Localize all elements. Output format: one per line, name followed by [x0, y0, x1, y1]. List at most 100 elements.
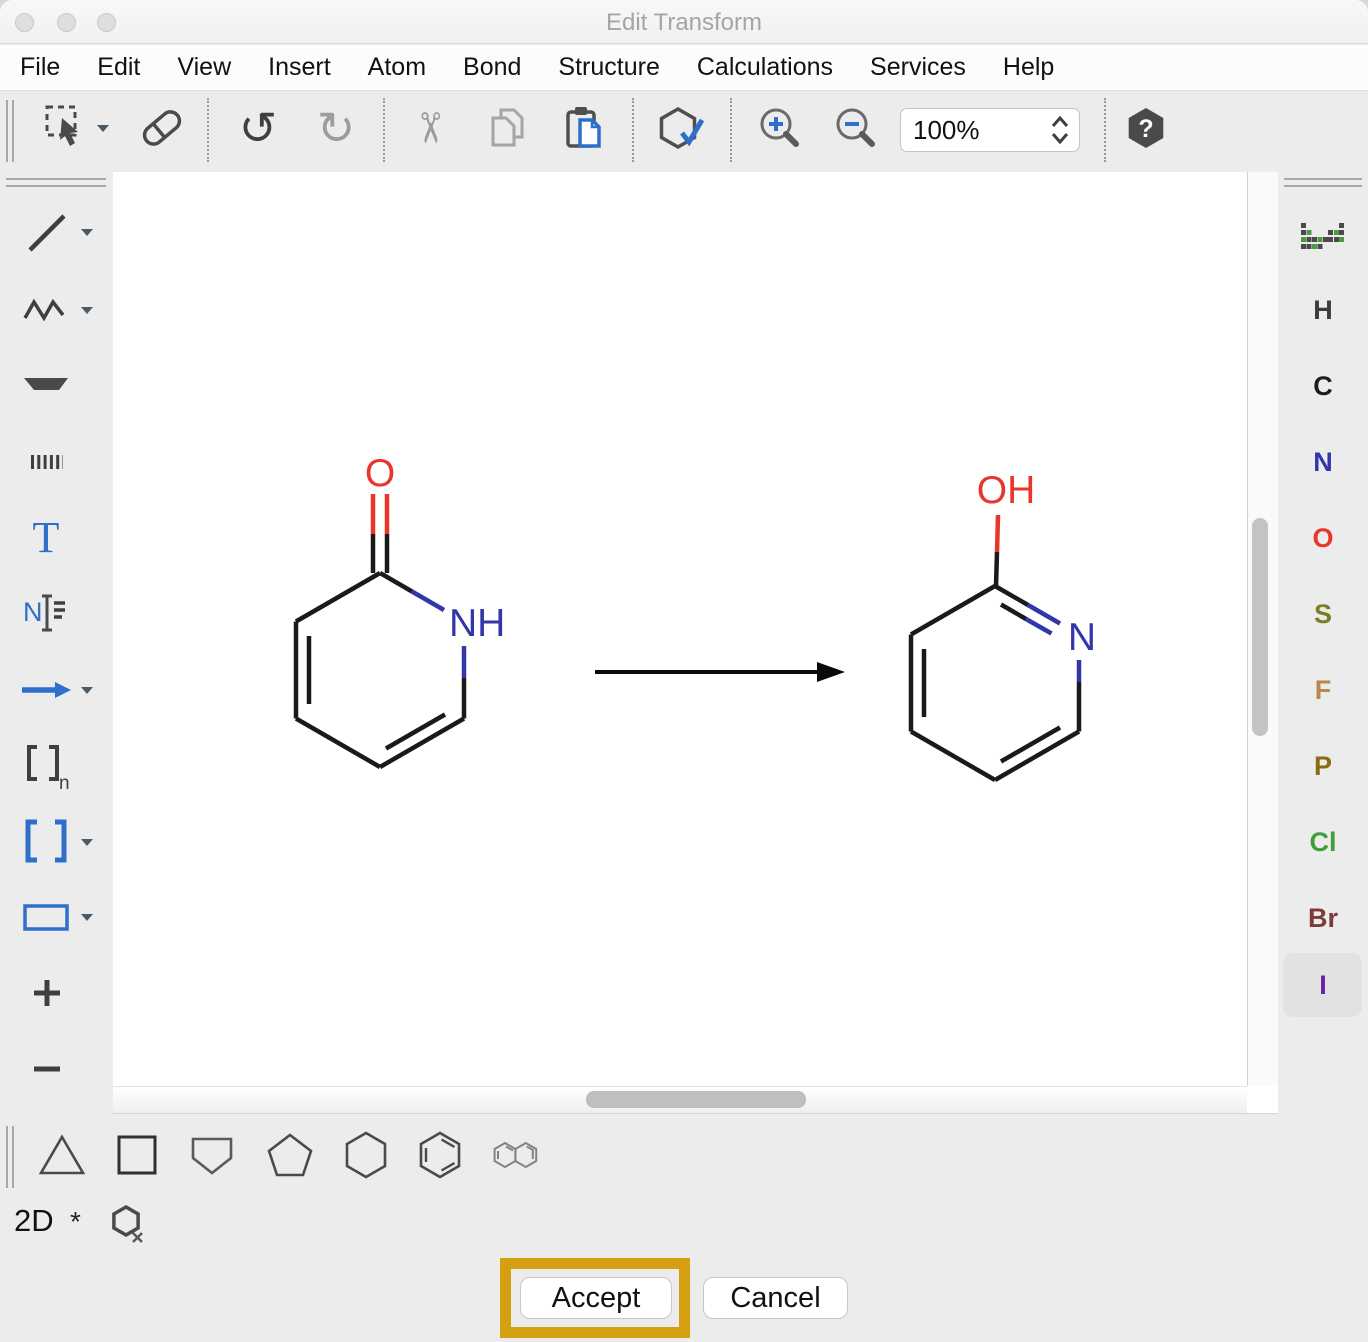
element-p-button[interactable]: P	[1295, 738, 1351, 794]
toolbar-separator	[207, 98, 209, 162]
menu-view[interactable]: View	[177, 53, 231, 82]
toolbar-drag-handle[interactable]	[6, 100, 14, 162]
brackets-tool-dropdown-caret[interactable]	[80, 838, 94, 847]
reactant-structure[interactable]: O NH	[296, 452, 505, 767]
template-cyclobutane-button[interactable]	[109, 1127, 165, 1183]
square-ring-icon	[109, 1127, 165, 1183]
scrollbar-corner	[1247, 1086, 1278, 1114]
paste-button[interactable]	[560, 104, 608, 152]
template-cyclopropane-button[interactable]	[34, 1127, 90, 1183]
drawing-canvas[interactable]: O NH	[113, 172, 1247, 1086]
product-nitrogen-label: N	[1068, 616, 1096, 659]
zoom-in-button[interactable]	[756, 104, 804, 152]
menu-edit[interactable]: Edit	[97, 53, 140, 82]
bold-bond-tool-button[interactable]	[18, 357, 74, 413]
element-br-button[interactable]: Br	[1295, 890, 1351, 946]
bond-tool-button[interactable]	[18, 204, 74, 260]
undo-button[interactable]: ↺	[234, 104, 282, 152]
element-c-button[interactable]: C	[1295, 358, 1351, 414]
element-cl-button[interactable]: Cl	[1295, 814, 1351, 870]
brackets-tool-button[interactable]	[18, 814, 74, 870]
element-n-button[interactable]: N	[1295, 434, 1351, 490]
element-s-button[interactable]: S	[1295, 586, 1351, 642]
paste-icon	[560, 104, 608, 152]
rectangle-tool-dropdown-caret[interactable]	[80, 913, 94, 922]
template-benzene-button[interactable]	[412, 1127, 468, 1183]
element-i-button[interactable]: I	[1295, 957, 1351, 1013]
menu-file[interactable]: File	[20, 53, 60, 82]
vertical-scrollbar-thumb[interactable]	[1252, 518, 1268, 736]
increase-charge-button[interactable]	[18, 965, 74, 1021]
undo-icon: ↺	[239, 105, 278, 151]
zoom-in-icon	[756, 104, 804, 152]
template-open-pentagon-button[interactable]	[184, 1127, 240, 1183]
template-toolbar-drag-handle[interactable]	[6, 1126, 14, 1188]
repeat-group-brackets-icon: n	[18, 737, 74, 793]
element-f-button[interactable]: F	[1295, 662, 1351, 718]
dimension-toggle[interactable]: 2D	[14, 1203, 54, 1239]
element-toolbar-drag-handle[interactable]	[1284, 178, 1362, 187]
chain-tool-dropdown-caret[interactable]	[80, 306, 94, 315]
minus-icon	[20, 1043, 72, 1095]
clean-structure-button[interactable]	[110, 1203, 148, 1245]
chain-tool-button[interactable]	[18, 282, 74, 338]
reaction-arrow[interactable]	[595, 662, 845, 682]
single-bond-icon	[20, 206, 72, 258]
redo-button[interactable]: ↻	[312, 104, 360, 152]
help-icon: ?	[1124, 106, 1168, 150]
menu-structure[interactable]: Structure	[558, 53, 659, 82]
element-h-button[interactable]: H	[1295, 282, 1351, 338]
atom-tool-button[interactable]: N	[18, 585, 74, 641]
reaction-arrow-tool-button[interactable]	[18, 662, 74, 718]
benzene-ring-icon	[412, 1127, 468, 1183]
arrow-tool-dropdown-caret[interactable]	[80, 686, 94, 695]
left-toolbar-drag-handle[interactable]	[6, 178, 106, 187]
bond-tool-dropdown-caret[interactable]	[80, 228, 94, 237]
reactant-oxygen-label: O	[365, 452, 395, 495]
hashed-bond-icon	[20, 436, 72, 488]
copy-button[interactable]	[484, 104, 532, 152]
menu-help[interactable]: Help	[1003, 53, 1054, 82]
menu-atom[interactable]: Atom	[368, 53, 426, 82]
repeat-group-tool-button[interactable]: n	[18, 737, 74, 793]
decrease-charge-button[interactable]	[18, 1041, 74, 1097]
erase-button[interactable]	[138, 104, 186, 152]
menubar: File Edit View Insert Atom Bond Structur…	[0, 45, 1368, 90]
check-structure-button[interactable]	[658, 104, 706, 152]
toolbar-separator	[383, 98, 385, 162]
template-cyclohexane-button[interactable]	[338, 1127, 394, 1183]
template-naphthalene-button[interactable]	[488, 1127, 544, 1183]
zoom-level-select[interactable]: 100%	[900, 108, 1080, 152]
menu-bond[interactable]: Bond	[463, 53, 521, 82]
pentagon-ring-icon	[262, 1127, 318, 1183]
window-title: Edit Transform	[0, 9, 1368, 37]
triangle-ring-icon	[34, 1127, 90, 1183]
hashed-bond-tool-button[interactable]	[18, 434, 74, 490]
select-tool-button[interactable]	[44, 104, 92, 152]
text-tool-button[interactable]: T	[18, 510, 74, 566]
horizontal-scrollbar-thumb[interactable]	[586, 1091, 806, 1108]
redo-icon: ↻	[317, 105, 356, 151]
zoom-out-button[interactable]	[832, 104, 880, 152]
hexagon-x-icon	[110, 1203, 148, 1245]
select-tool-dropdown-caret[interactable]	[96, 124, 110, 133]
svg-text:N: N	[23, 597, 43, 627]
cancel-button[interactable]: Cancel	[703, 1277, 848, 1319]
product-structure[interactable]: OH N	[911, 469, 1096, 780]
cut-button[interactable]: ✂	[406, 104, 454, 152]
text-tool-icon: T	[33, 516, 60, 560]
accept-button[interactable]: Accept	[520, 1277, 672, 1319]
help-button[interactable]: ?	[1122, 104, 1170, 152]
toolbar-separator	[632, 98, 634, 162]
plus-icon	[20, 967, 72, 1019]
periodic-table-button[interactable]	[1295, 209, 1351, 265]
element-o-button[interactable]: O	[1295, 510, 1351, 566]
rectangle-tool-button[interactable]	[18, 889, 74, 945]
menu-insert[interactable]: Insert	[268, 53, 331, 82]
zoom-out-icon	[832, 104, 880, 152]
wildcard-atom-button[interactable]: *	[70, 1206, 81, 1238]
zoom-stepper-icon[interactable]	[1049, 114, 1071, 146]
menu-calculations[interactable]: Calculations	[697, 53, 833, 82]
menu-services[interactable]: Services	[870, 53, 966, 82]
template-cyclopentane-button[interactable]	[262, 1127, 318, 1183]
